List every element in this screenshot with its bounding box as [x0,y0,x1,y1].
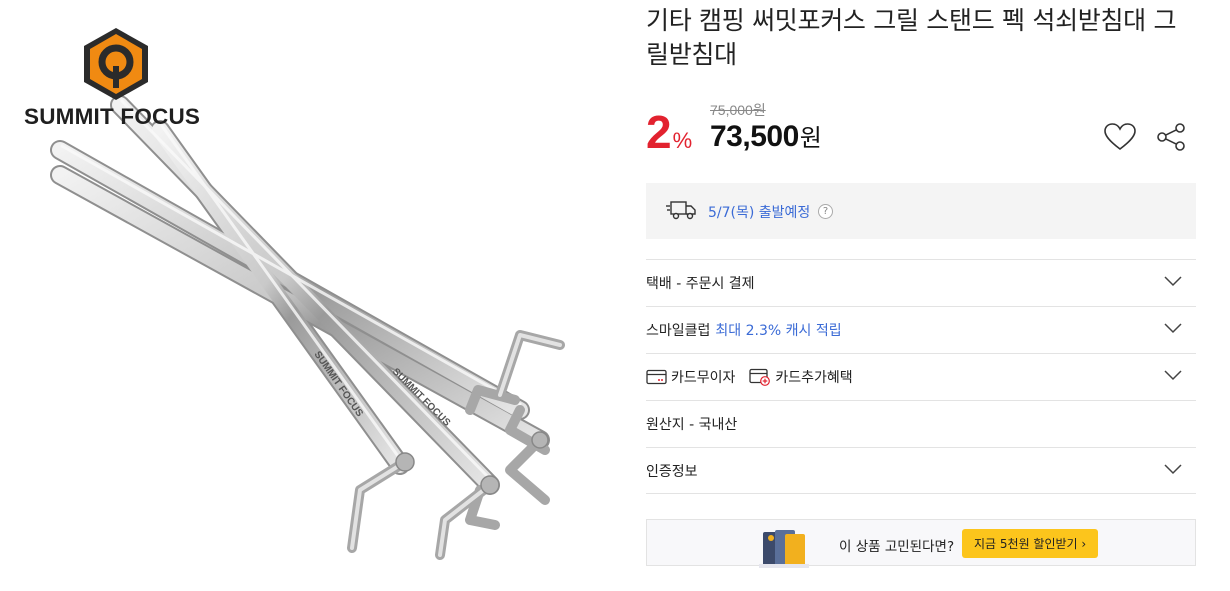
sale-price: 73,500원 [710,118,822,154]
share-button[interactable] [1154,121,1188,155]
smile-club-row[interactable]: 스마일클럽 최대 2.3% 캐시 적립 [646,306,1196,353]
truck-icon [666,201,696,220]
smile-club-label: 스마일클럽 [646,323,711,339]
card-plus-icon [749,368,771,386]
certification-row[interactable]: 인증정보 [646,447,1196,494]
discount-coupon-banner: 이 상품 고민된다면? 지금 5천원 할인받기 › [646,519,1196,568]
chevron-down-icon[interactable] [1164,322,1182,334]
discount-unit: % [672,128,693,153]
heart-outline-icon [1104,122,1136,150]
product-title: 기타 캠핑 써밋포커스 그릴 스탠드 펙 석쇠받침대 그릴받침대 [646,6,1177,69]
brand-logo: SUMMIT FOCUS [24,26,216,130]
sale-price-unit: 원 [799,125,822,152]
card-benefits-row[interactable]: 카드무이자 카드추가혜택 [646,353,1196,400]
wishlist-button[interactable] [1102,121,1138,155]
card-extra-benefit[interactable]: 카드추가혜택 [749,367,853,387]
discount-rate: 2% [646,106,692,158]
card-extra-benefit-label: 카드추가혜택 [775,370,853,386]
original-price: 75,000원 [710,102,766,118]
share-icon [1157,123,1185,151]
origin-text: 원산지 - 국내산 [646,417,738,433]
get-discount-button[interactable]: 지금 5천원 할인받기 › [962,529,1099,558]
banner-message: 이 상품 고민된다면? [839,539,955,555]
chevron-down-icon[interactable] [1164,275,1182,287]
discount-number: 2 [646,106,672,158]
card-icon [646,369,667,385]
delivery-date: 5/7(목) 출발예정 [708,205,811,221]
summit-focus-hexagon-icon [84,28,148,100]
brand-name: SUMMIT FOCUS [24,104,201,129]
purchase-options: 택배 - 주문시 결제 스마일클럽 최대 2.3% 캐시 적립 카드무이자 카드… [646,259,1196,494]
sale-price-value: 73,500 [710,120,799,153]
card-free-interest-label: 카드무이자 [671,370,736,386]
delivery-info: 5/7(목) 출발예정 ? [646,183,1196,239]
credit-cards-illustration [759,530,809,568]
shipping-row[interactable]: 택배 - 주문시 결제 [646,259,1196,306]
shipping-text: 택배 - 주문시 결제 [646,276,755,292]
certification-text: 인증정보 [646,463,698,480]
smile-club-benefit: 최대 2.3% 캐시 적립 [715,323,842,339]
origin-row: 원산지 - 국내산 [646,400,1196,447]
card-free-interest[interactable]: 카드무이자 [646,367,735,387]
chevron-down-icon[interactable] [1164,463,1182,475]
product-image: SUMMIT FOCUS SUMMIT FOCUS SUMMIT FOCUS [0,0,596,591]
chevron-down-icon[interactable] [1164,369,1182,381]
help-icon[interactable]: ? [818,204,833,219]
